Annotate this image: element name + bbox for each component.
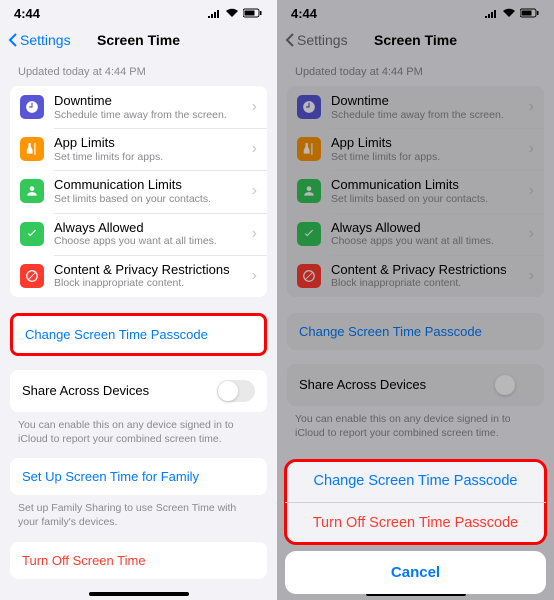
status-time: 4:44 <box>14 6 40 21</box>
status-bar: 4:44 <box>277 0 554 22</box>
row-title: Downtime <box>331 93 519 109</box>
status-bar: 4:44 <box>0 0 277 22</box>
row-subtitle: Choose apps you want at all times. <box>331 235 519 248</box>
row-applimits[interactable]: App LimitsSet time limits for apps. › <box>10 128 267 170</box>
sheet-turn-off-passcode[interactable]: Turn Off Screen Time Passcode <box>285 502 546 544</box>
commlimits-icon <box>297 179 321 203</box>
turn-off-button[interactable]: Turn Off Screen Time <box>10 542 267 579</box>
share-footer: You can enable this on any device signed… <box>0 412 277 458</box>
nav-bar: Settings Screen Time <box>277 22 554 58</box>
settings-group: DowntimeSchedule time away from the scre… <box>10 86 267 297</box>
content-icon <box>297 264 321 288</box>
row-text: DowntimeSchedule time away from the scre… <box>54 93 242 121</box>
chevron-right-icon: › <box>529 182 534 200</box>
row-text: Content & Privacy RestrictionsBlock inap… <box>331 262 519 290</box>
row-title: Always Allowed <box>331 220 519 236</box>
row-content[interactable]: Content & Privacy RestrictionsBlock inap… <box>10 255 267 297</box>
chevron-right-icon: › <box>529 98 534 116</box>
family-button[interactable]: Set Up Screen Time for Family <box>10 458 267 495</box>
nav-bar: Settings Screen Time <box>0 22 277 58</box>
row-subtitle: Block inappropriate content. <box>331 277 519 290</box>
row-text: App LimitsSet time limits for apps. <box>331 135 519 163</box>
row-subtitle: Set limits based on your contacts. <box>331 193 519 206</box>
row-subtitle: Set time limits for apps. <box>54 151 242 164</box>
chevron-right-icon: › <box>252 182 257 200</box>
share-toggle[interactable] <box>217 380 255 402</box>
row-text: App LimitsSet time limits for apps. <box>54 135 242 163</box>
row-title: Always Allowed <box>54 220 242 236</box>
row-subtitle: Schedule time away from the screen. <box>54 109 242 122</box>
update-text: Updated today at 4:44 PM <box>277 62 554 86</box>
row-downtime[interactable]: DowntimeSchedule time away from the scre… <box>287 86 544 128</box>
row-commlimits[interactable]: Communication LimitsSet limits based on … <box>10 170 267 212</box>
back-button[interactable]: Settings <box>285 32 348 48</box>
screen-right: 4:44 Settings Screen Time Updated today … <box>277 0 554 600</box>
downtime-icon <box>297 95 321 119</box>
family-footer: Set up Family Sharing to use Screen Time… <box>0 495 277 541</box>
row-always[interactable]: Always AllowedChoose apps you want at al… <box>287 213 544 255</box>
content-icon <box>20 264 44 288</box>
status-time: 4:44 <box>291 6 317 21</box>
sheet-options: Change Screen Time Passcode Turn Off Scr… <box>285 460 546 544</box>
row-subtitle: Set limits based on your contacts. <box>54 193 242 206</box>
row-title: Content & Privacy Restrictions <box>331 262 519 278</box>
applimits-icon <box>20 137 44 161</box>
sheet-cancel[interactable]: Cancel <box>285 551 546 594</box>
home-indicator[interactable] <box>89 592 189 596</box>
share-devices-label: Share Across Devices <box>299 377 426 392</box>
row-title: App Limits <box>331 135 519 151</box>
action-sheet: Change Screen Time Passcode Turn Off Scr… <box>277 460 554 600</box>
share-toggle[interactable] <box>494 374 532 396</box>
nav-title: Screen Time <box>97 32 180 48</box>
row-always[interactable]: Always AllowedChoose apps you want at al… <box>10 213 267 255</box>
status-indicators <box>207 8 263 18</box>
commlimits-icon <box>20 179 44 203</box>
share-footer: You can enable this on any device signed… <box>277 406 554 452</box>
screen-left: 4:44 Settings Screen Time Updated today … <box>0 0 277 600</box>
nav-title: Screen Time <box>374 32 457 48</box>
change-passcode-button[interactable]: Change Screen Time Passcode <box>10 313 267 356</box>
row-subtitle: Choose apps you want at all times. <box>54 235 242 248</box>
row-subtitle: Block inappropriate content. <box>54 277 242 290</box>
row-title: Communication Limits <box>331 177 519 193</box>
row-title: App Limits <box>54 135 242 151</box>
row-subtitle: Schedule time away from the screen. <box>331 109 519 122</box>
row-content[interactable]: Content & Privacy RestrictionsBlock inap… <box>287 255 544 297</box>
settings-group: DowntimeSchedule time away from the scre… <box>287 86 544 297</box>
always-icon <box>20 222 44 246</box>
back-label: Settings <box>297 32 348 48</box>
chevron-right-icon: › <box>529 225 534 243</box>
row-text: Content & Privacy RestrictionsBlock inap… <box>54 262 242 290</box>
row-text: Always AllowedChoose apps you want at al… <box>331 220 519 248</box>
chevron-right-icon: › <box>252 225 257 243</box>
row-text: Communication LimitsSet limits based on … <box>54 177 242 205</box>
chevron-right-icon: › <box>252 140 257 158</box>
share-devices-row[interactable]: Share Across Devices <box>10 370 267 412</box>
chevron-right-icon: › <box>252 267 257 285</box>
row-text: Always AllowedChoose apps you want at al… <box>54 220 242 248</box>
sheet-change-passcode[interactable]: Change Screen Time Passcode <box>285 460 546 502</box>
always-icon <box>297 222 321 246</box>
row-downtime[interactable]: DowntimeSchedule time away from the scre… <box>10 86 267 128</box>
update-text: Updated today at 4:44 PM <box>0 62 277 86</box>
row-title: Content & Privacy Restrictions <box>54 262 242 278</box>
row-title: Communication Limits <box>54 177 242 193</box>
chevron-right-icon: › <box>529 267 534 285</box>
applimits-icon <box>297 137 321 161</box>
row-text: Communication LimitsSet limits based on … <box>331 177 519 205</box>
row-text: DowntimeSchedule time away from the scre… <box>331 93 519 121</box>
chevron-right-icon: › <box>529 140 534 158</box>
row-commlimits[interactable]: Communication LimitsSet limits based on … <box>287 170 544 212</box>
back-label: Settings <box>20 32 71 48</box>
change-passcode-button[interactable]: Change Screen Time Passcode <box>287 313 544 350</box>
downtime-icon <box>20 95 44 119</box>
share-devices-label: Share Across Devices <box>22 383 149 398</box>
row-title: Downtime <box>54 93 242 109</box>
chevron-right-icon: › <box>252 98 257 116</box>
share-devices-row[interactable]: Share Across Devices <box>287 364 544 406</box>
row-subtitle: Set time limits for apps. <box>331 151 519 164</box>
status-indicators <box>484 8 540 18</box>
back-button[interactable]: Settings <box>8 32 71 48</box>
row-applimits[interactable]: App LimitsSet time limits for apps. › <box>287 128 544 170</box>
